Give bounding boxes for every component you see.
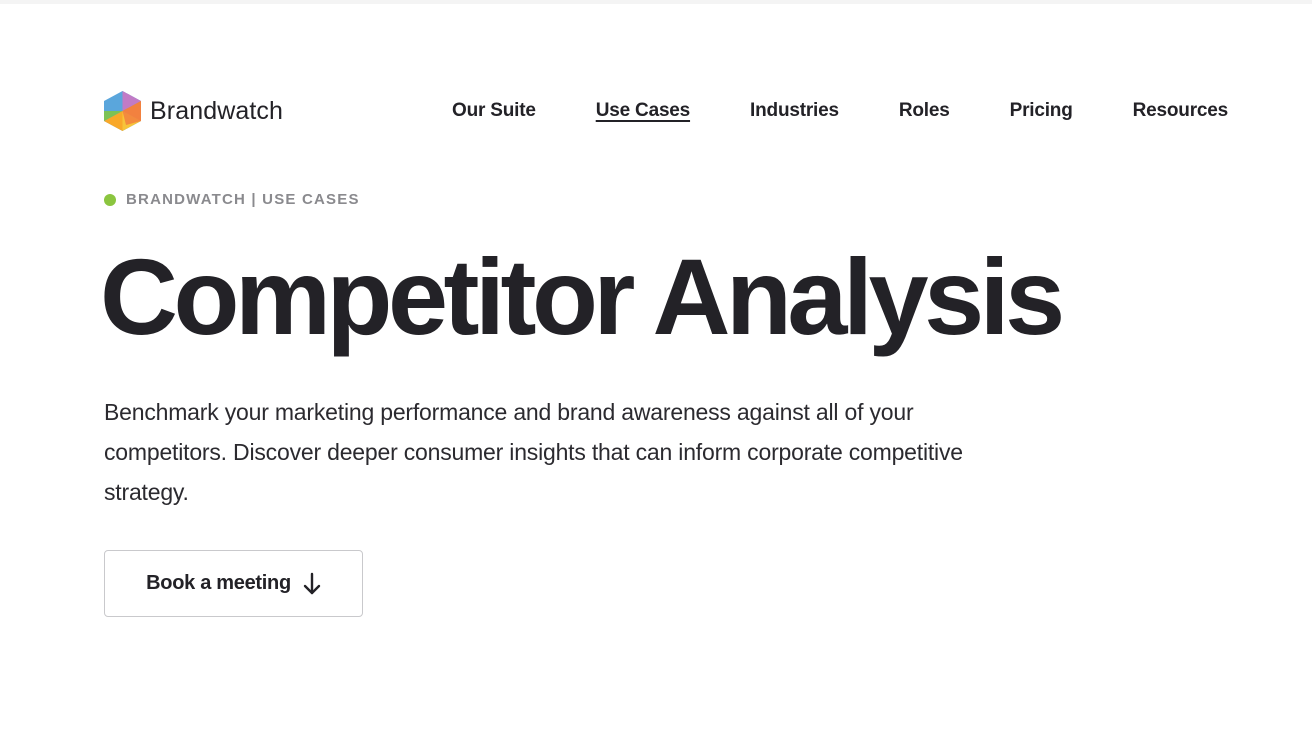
nav-our-suite[interactable]: Our Suite — [452, 100, 536, 122]
nav-pricing[interactable]: Pricing — [1010, 100, 1073, 122]
breadcrumb-label: BRANDWATCH | USE CASES — [126, 191, 360, 208]
page-title: Competitor Analysis — [100, 236, 1065, 357]
hero-description: Benchmark your marketing performance and… — [104, 399, 963, 505]
nav-roles[interactable]: Roles — [899, 100, 950, 122]
nav-industries[interactable]: Industries — [750, 100, 839, 122]
book-a-meeting-button[interactable]: Book a meeting — [104, 550, 363, 617]
status-dot-icon — [104, 193, 116, 206]
breadcrumb: BRANDWATCH | USE CASES — [104, 191, 360, 208]
logo-wordmark: Brandwatch — [150, 96, 284, 125]
book-a-meeting-label: Book a meeting — [146, 572, 291, 594]
main-navigation: Our Suite Use Cases Industries Roles Pri… — [392, 100, 1228, 122]
top-divider — [0, 0, 1312, 4]
brandwatch-logo-link[interactable]: Brandwatch — [104, 91, 283, 131]
arrow-down-icon — [303, 572, 321, 596]
nav-use-cases[interactable]: Use Cases — [596, 100, 691, 122]
page: Brandwatch Our Suite Use Cases Industrie… — [0, 0, 1312, 752]
brandwatch-hexagon-logo-icon — [104, 91, 141, 131]
nav-resources[interactable]: Resources — [1133, 100, 1229, 122]
